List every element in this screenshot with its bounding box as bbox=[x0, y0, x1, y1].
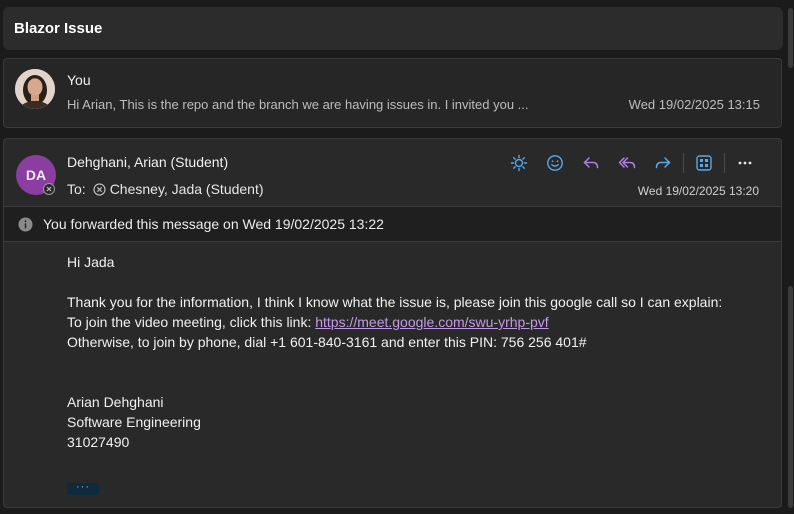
avatar bbox=[15, 69, 55, 109]
emoji-icon bbox=[547, 155, 563, 171]
message-preview: Hi Arian, This is the repo and the branc… bbox=[67, 97, 529, 112]
more-actions-button[interactable] bbox=[727, 150, 763, 176]
show-quoted-text-button[interactable]: ··· bbox=[67, 480, 99, 495]
scrollbar-thumb[interactable] bbox=[788, 8, 793, 68]
body-paragraph: Otherwise, to join by phone, dial +1 601… bbox=[67, 334, 587, 350]
recipient-name[interactable]: Chesney, Jada (Student) bbox=[110, 181, 264, 197]
reply-all-icon bbox=[618, 157, 636, 169]
scrollbar-thumb[interactable] bbox=[788, 286, 793, 508]
apps-icon bbox=[696, 155, 712, 171]
signature-department: Software Engineering bbox=[67, 414, 201, 430]
to-label: To: bbox=[67, 181, 86, 197]
forward-icon bbox=[655, 157, 671, 169]
forward-button[interactable] bbox=[645, 150, 681, 176]
presence-offline-icon bbox=[93, 182, 106, 196]
toolbar-divider bbox=[724, 153, 725, 173]
signature-name: Arian Dehghani bbox=[67, 394, 164, 410]
reply-icon bbox=[583, 157, 599, 169]
apps-button[interactable] bbox=[686, 150, 722, 176]
sender-name[interactable]: Dehghani, Arian (Student) bbox=[67, 154, 228, 170]
forward-notice: You forwarded this message on Wed 19/02/… bbox=[4, 206, 781, 242]
recipient-line: To: Chesney, Jada (Student) bbox=[67, 181, 264, 197]
reply-all-button[interactable] bbox=[609, 150, 645, 176]
more-icon bbox=[738, 161, 752, 165]
signature-id: 31027490 bbox=[67, 434, 130, 450]
subject-title: Blazor Issue bbox=[14, 20, 103, 37]
sun-icon bbox=[510, 154, 528, 172]
meeting-link[interactable]: https://meet.google.com/swu-yrhp-pvf bbox=[315, 314, 548, 330]
message-date: Wed 19/02/2025 13:15 bbox=[628, 97, 760, 112]
body-paragraph: To join the video meeting, click this li… bbox=[67, 312, 757, 332]
subject-header: Blazor Issue bbox=[3, 7, 783, 50]
link-prefix: To join the video meeting, click this li… bbox=[67, 314, 316, 330]
scrollbar[interactable] bbox=[787, 0, 794, 514]
toolbar-divider bbox=[683, 153, 684, 173]
summarize-button[interactable] bbox=[501, 150, 537, 176]
presence-offline-icon bbox=[43, 183, 55, 195]
message-body: Hi Jada Thank you for the information, I… bbox=[67, 252, 757, 452]
message-toolbar bbox=[501, 150, 763, 176]
body-paragraph: Thank you for the information, I think I… bbox=[67, 294, 723, 310]
sender-name: You bbox=[67, 72, 91, 88]
avatar-photo-icon bbox=[15, 69, 55, 109]
ellipsis-icon: ··· bbox=[76, 480, 90, 493]
expanded-message: DA Dehghani, Arian (Student) To: Chesney… bbox=[3, 138, 782, 508]
react-button[interactable] bbox=[537, 150, 573, 176]
info-icon bbox=[18, 217, 33, 231]
message-date: Wed 19/02/2025 13:20 bbox=[637, 184, 759, 198]
greeting: Hi Jada bbox=[67, 254, 115, 270]
avatar-initials: DA bbox=[25, 167, 47, 183]
reply-button[interactable] bbox=[573, 150, 609, 176]
collapsed-message[interactable]: You Hi Arian, This is the repo and the b… bbox=[3, 58, 782, 128]
forward-notice-text: You forwarded this message on Wed 19/02/… bbox=[43, 216, 384, 232]
